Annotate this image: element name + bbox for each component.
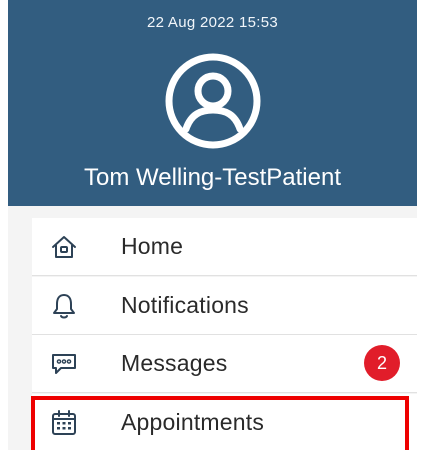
bell-icon (50, 292, 78, 320)
calendar-icon (50, 409, 78, 437)
chat-bubble-icon (50, 350, 78, 378)
user-circle-icon[interactable] (164, 52, 262, 150)
menu-item-label: Appointments (121, 409, 265, 435)
menu-item-label: Notifications (121, 292, 249, 318)
menu-item-label: Messages (121, 350, 228, 376)
menu-item-label: Home (121, 233, 184, 259)
menu-item-home[interactable]: Home (32, 218, 417, 276)
patient-name: Tom Welling-TestPatient (84, 164, 341, 191)
unread-count-badge: 2 (364, 345, 400, 381)
status-timestamp: 22 Aug 2022 15:53 (146, 14, 279, 31)
menu-item-notifications[interactable]: Notifications (32, 277, 417, 335)
menu-item-messages[interactable]: Messages 2 (32, 335, 417, 393)
app-frame: 22 Aug 2022 15:53 Tom Welling-TestPatien… (0, 0, 424, 450)
home-icon (50, 233, 78, 261)
profile-header: 22 Aug 2022 15:53 Tom Welling-TestPatien… (8, 0, 417, 206)
menu-item-appointments[interactable]: Appointments (32, 394, 417, 450)
side-menu: Home Notifications Messages 2 Appointmen… (8, 206, 417, 450)
